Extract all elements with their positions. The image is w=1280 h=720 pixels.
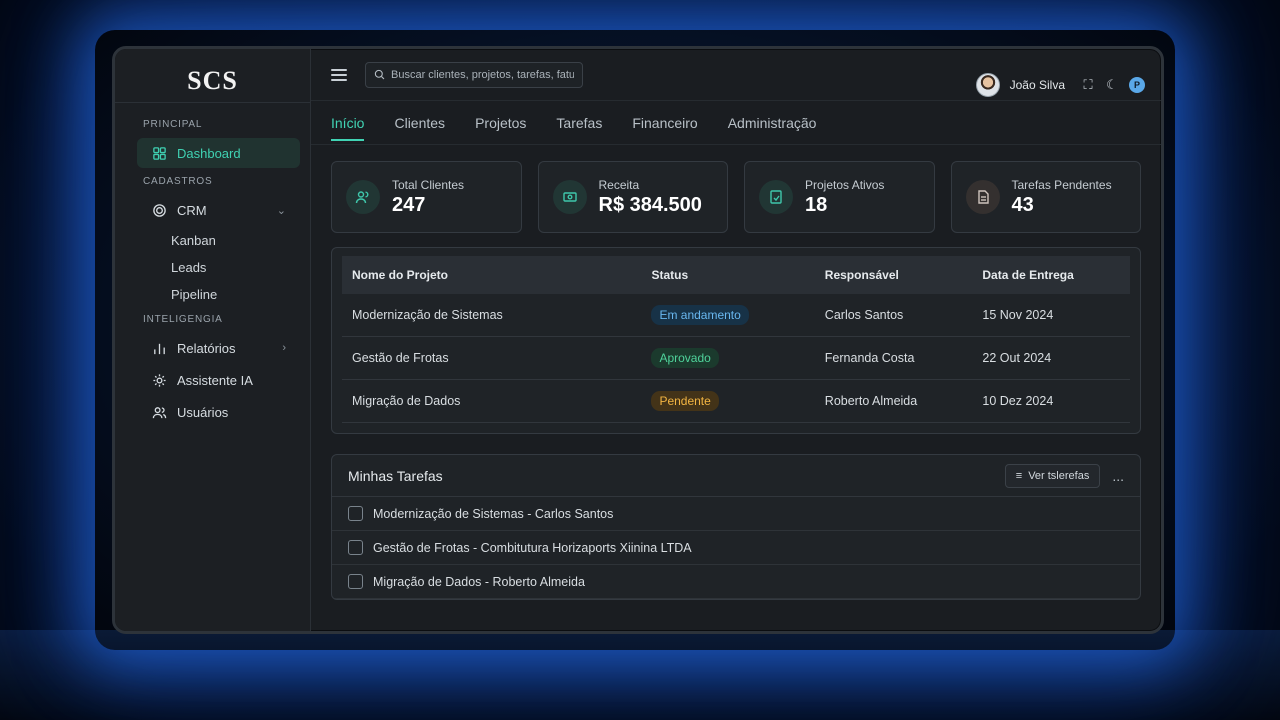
project-owner: Fernanda Costa [814, 336, 973, 380]
document-icon [965, 180, 1000, 214]
users-icon [346, 180, 380, 214]
sidebar-subitem-leads[interactable]: Leads [115, 254, 310, 281]
sidebar-item-label: Assistente IA [177, 372, 253, 388]
card-value: 18 [805, 193, 828, 216]
card-value: 43 [1011, 193, 1034, 216]
user-area: João Silva ⛶ ☾ P [975, 72, 1145, 97]
task-label: Gestão de Frotas - Combitutura Horizapor… [373, 540, 692, 555]
status-badge: Pendente [651, 391, 719, 411]
card-projetos-ativos[interactable]: Projetos Ativos 18 [744, 161, 935, 233]
project-owner: Carlos Santos [814, 294, 973, 337]
card-label: Tarefas Pendentes [1011, 177, 1112, 192]
card-tarefas-pendentes[interactable]: Tarefas Pendentes 43 [950, 161, 1141, 233]
tab-projetos[interactable]: Projetos [475, 105, 526, 141]
chevron-right-icon: › [282, 342, 286, 354]
column-header[interactable]: Nome do Projeto [342, 256, 642, 294]
sidebar-item-usuarios[interactable]: Usuários [137, 397, 300, 427]
grid-icon [151, 145, 167, 161]
tab-tarefas[interactable]: Tarefas [556, 105, 602, 141]
sidebar: SCS PRINCIPAL Dashboard CADASTROS CRM ⌄ … [115, 49, 311, 631]
project-date: 15 Nov 2024 [972, 294, 1130, 337]
fullscreen-icon[interactable]: ⛶ [1081, 77, 1095, 93]
column-header[interactable]: Data de Entrega [972, 256, 1130, 294]
topbar: João Silva ⛶ ☾ P [311, 49, 1161, 101]
gear-icon [151, 372, 167, 388]
list-item: Migração de Dados - Roberto Almeida [332, 565, 1140, 599]
task-label: Modernização de Sistemas - Carlos Santos [373, 506, 614, 521]
target-icon [151, 202, 167, 218]
tab-administracao[interactable]: Administração [728, 105, 817, 141]
card-value: R$ 384.500 [598, 193, 702, 216]
users-icon [151, 404, 167, 420]
tab-clientes[interactable]: Clientes [394, 105, 445, 141]
card-label: Receita [598, 177, 640, 192]
search-input[interactable] [391, 68, 574, 81]
money-icon [552, 180, 587, 214]
sidebar-item-relatorios[interactable]: Relatórios › [137, 333, 300, 363]
user-name[interactable]: João Silva [1010, 78, 1065, 92]
view-tasks-button[interactable]: ≡ Ver tslerefas [1004, 463, 1101, 488]
tasks-header: Minhas Tarefas ≡ Ver tslerefas ... [332, 455, 1140, 497]
stat-cards: Total Clientes 247 Receita R$ 384.500 Proj… [331, 161, 1141, 233]
sidebar-item-dashboard[interactable]: Dashboard [137, 138, 300, 168]
task-checkbox[interactable] [348, 574, 363, 589]
status-badge: Aprovado [651, 348, 719, 368]
project-date: 22 Out 2024 [972, 336, 1130, 380]
section-title-cadastros: CADASTROS [143, 176, 213, 187]
logo: SCS [115, 63, 310, 103]
profile-badge[interactable]: P [1129, 76, 1145, 93]
tab-bar: Início Clientes Projetos Tarefas Finance… [311, 101, 1161, 145]
card-label: Total Clientes [392, 177, 465, 192]
column-header[interactable]: Status [641, 256, 815, 294]
column-header[interactable]: Responsável [814, 256, 973, 294]
view-tasks-label: Ver tslerefas [1028, 469, 1090, 482]
table-row[interactable]: Gestão de Frotas Aprovado Fernanda Costa… [342, 336, 1130, 380]
app-window: SCS PRINCIPAL Dashboard CADASTROS CRM ⌄ … [112, 46, 1164, 634]
avatar[interactable] [975, 72, 1000, 97]
table-row[interactable]: Migração de Dados Pendente Roberto Almei… [342, 379, 1130, 423]
task-label: Migração de Dados - Roberto Almeida [373, 574, 585, 589]
task-checkbox[interactable] [348, 540, 363, 555]
file-icon [759, 180, 793, 214]
section-title-principal: PRINCIPAL [143, 119, 203, 130]
sidebar-item-label: CRM [177, 202, 207, 218]
moon-icon[interactable]: ☾ [1105, 77, 1119, 93]
list-item: Gestão de Frotas - Combitutura Horizapor… [332, 531, 1140, 565]
list-item: Modernização de Sistemas - Carlos Santos [332, 497, 1140, 531]
tasks-title: Minhas Tarefas [348, 467, 443, 484]
main-area: João Silva ⛶ ☾ P Início Clientes Projeto… [311, 49, 1161, 631]
card-value: 247 [392, 193, 426, 216]
card-receita[interactable]: Receita R$ 384.500 [537, 161, 728, 233]
tab-inicio[interactable]: Início [331, 105, 365, 141]
chevron-down-icon: ⌄ [276, 204, 286, 217]
content: Total Clientes 247 Receita R$ 384.500 Proj… [311, 145, 1161, 631]
filter-icon: ≡ [1015, 469, 1023, 482]
sidebar-item-label: Relatórios [177, 340, 236, 356]
sidebar-item-assistente[interactable]: Assistente IA [137, 365, 300, 395]
search-box[interactable] [365, 61, 583, 88]
sidebar-item-label: Usuários [177, 404, 229, 420]
menu-icon[interactable] [331, 68, 347, 81]
search-icon [374, 69, 385, 81]
more-icon[interactable]: ... [1112, 468, 1124, 484]
project-owner: Roberto Almeida [814, 379, 973, 423]
sidebar-item-label: Dashboard [177, 145, 241, 161]
section-title-inteligencia: INTELIGENGIA [143, 314, 223, 325]
bar-chart-icon [151, 340, 167, 356]
project-name: Migração de Dados [342, 379, 642, 423]
projects-table: Nome do Projeto Status Responsável Data … [331, 247, 1141, 434]
card-total-clientes[interactable]: Total Clientes 247 [331, 161, 522, 233]
status-badge: Em andamento [651, 305, 749, 325]
sidebar-subitem-pipeline[interactable]: Pipeline [115, 281, 310, 308]
sidebar-subitem-kanban[interactable]: Kanban [115, 227, 310, 254]
table-row[interactable]: Modernização de Sistemas Em andamento Ca… [342, 294, 1130, 337]
tab-financeiro[interactable]: Financeiro [632, 105, 697, 141]
card-label: Projetos Ativos [805, 177, 885, 192]
project-name: Gestão de Frotas [342, 336, 642, 380]
project-name: Modernização de Sistemas [342, 294, 642, 337]
tasks-panel: Minhas Tarefas ≡ Ver tslerefas ... Moder… [331, 454, 1141, 600]
project-date: 10 Dez 2024 [972, 379, 1130, 423]
task-checkbox[interactable] [348, 506, 363, 521]
sidebar-item-crm[interactable]: CRM ⌄ [137, 195, 300, 225]
